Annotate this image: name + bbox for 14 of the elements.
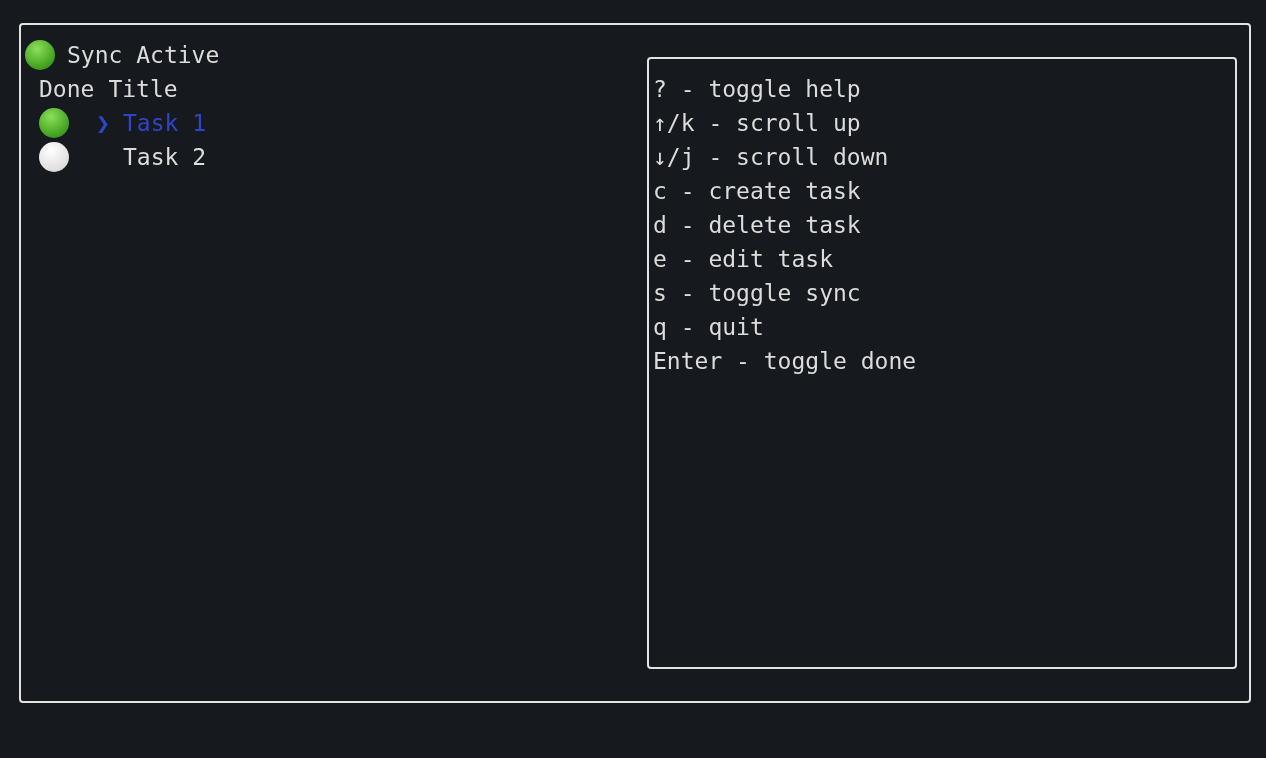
task-title[interactable]: Task 2 xyxy=(123,140,207,174)
help-line: e - edit task xyxy=(653,245,834,274)
help-line: c - create task xyxy=(653,177,862,206)
help-line: Enter - toggle done xyxy=(653,347,918,376)
help-line: s - toggle sync xyxy=(653,279,862,308)
cursor-icon: ❯ xyxy=(96,106,110,140)
help-line: ↓/j - scroll down xyxy=(653,143,890,172)
help-line: q - quit xyxy=(653,313,765,342)
column-header: Title xyxy=(108,75,178,104)
help-line: ? - toggle help xyxy=(653,75,862,104)
help-line: d - delete task xyxy=(653,211,862,240)
sync-status: Sync Active xyxy=(67,41,220,70)
help-line: ↑/k - scroll up xyxy=(653,109,862,138)
column-header: Done xyxy=(39,75,95,104)
